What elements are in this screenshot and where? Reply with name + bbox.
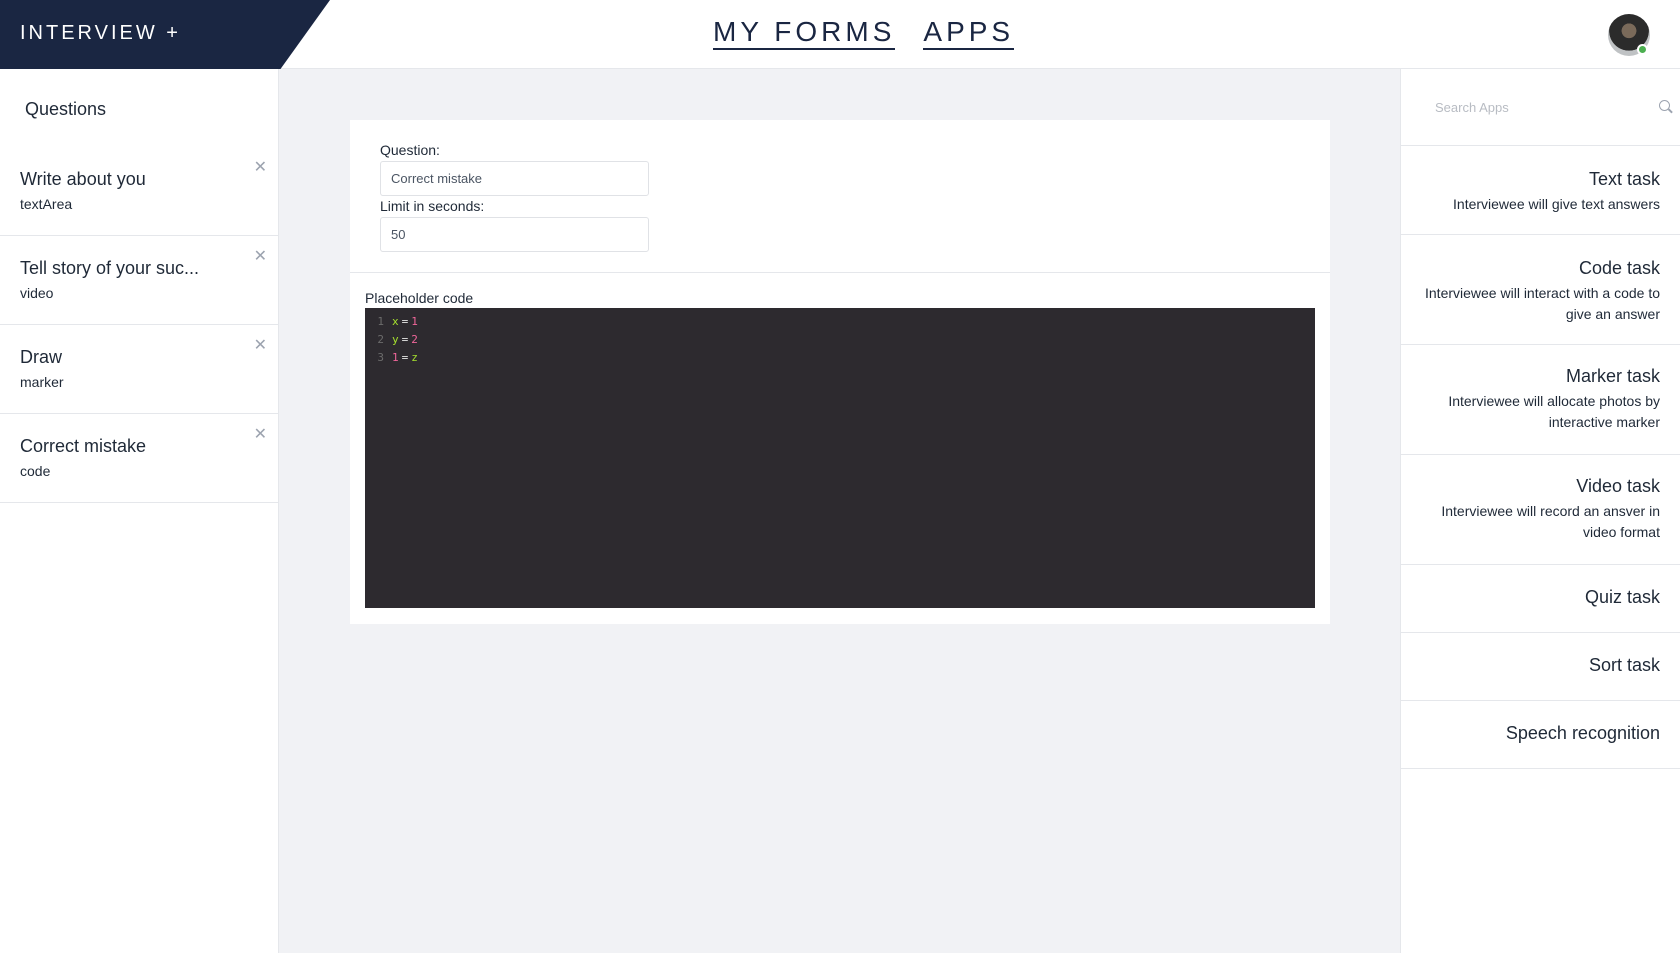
line-number: 1	[377, 314, 384, 328]
code-line: 1 x = 1	[365, 312, 1315, 330]
question-settings: Question: Limit in seconds:	[350, 120, 1330, 273]
limit-label: Limit in seconds:	[380, 198, 485, 214]
question-item-title: Tell story of your suc...	[20, 258, 200, 278]
code-token: 1	[392, 350, 399, 364]
app-item-title: Sort task	[1588, 655, 1660, 675]
question-input[interactable]	[380, 161, 649, 196]
nav-my-forms[interactable]: MY FORMS	[713, 16, 896, 50]
code-editor[interactable]: 1 x = 1 2 y = 2 3 1 = z	[365, 308, 1315, 608]
questions-title: Questions	[25, 99, 107, 119]
close-icon[interactable]: ✕	[254, 424, 267, 444]
code-token: y	[392, 332, 399, 346]
app-item-description: Interviewee will record an ansver in vid…	[1441, 503, 1660, 540]
question-list: Write about you textArea ✕ Tell story of…	[0, 147, 279, 503]
limit-seconds-input[interactable]	[380, 217, 649, 252]
line-number: 2	[377, 332, 384, 346]
code-line: 3 1 = z	[365, 348, 1315, 366]
code-line: 2 y = 2	[365, 330, 1315, 348]
app-item-title: Speech recognition	[1505, 723, 1660, 743]
app-item-title: Code task	[1578, 258, 1660, 278]
question-item-type: code	[20, 463, 51, 479]
app-item-text-task[interactable]: Text task Interviewee will give text ans…	[1401, 146, 1680, 235]
question-item-title: Correct mistake	[20, 436, 147, 456]
code-token: z	[411, 350, 418, 364]
question-item[interactable]: Tell story of your suc... video ✕	[0, 236, 279, 325]
online-status-icon	[1637, 44, 1648, 55]
close-icon[interactable]: ✕	[254, 246, 267, 266]
app-item-code-task[interactable]: Code task Interviewee will interact with…	[1401, 235, 1680, 345]
question-item[interactable]: Write about you textArea ✕	[0, 147, 279, 236]
app-item-title: Marker task	[1565, 366, 1660, 386]
app-item-sort-task[interactable]: Sort task	[1401, 633, 1680, 701]
question-item-title: Write about you	[20, 169, 146, 189]
code-token: =	[401, 332, 409, 346]
app-item-speech-recognition[interactable]: Speech recognition	[1401, 701, 1680, 769]
app-item-title: Text task	[1588, 169, 1660, 189]
code-token: =	[401, 350, 409, 364]
apps-sidebar: Text task Interviewee will give text ans…	[1400, 69, 1680, 953]
close-icon[interactable]: ✕	[254, 157, 267, 177]
app-item-description: Interviewee will give text answers	[1453, 196, 1660, 212]
app-list: Text task Interviewee will give text ans…	[1401, 146, 1680, 769]
search-icon[interactable]	[1659, 100, 1670, 111]
brand-logo[interactable]: INTERVIEW +	[20, 22, 181, 45]
app-item-video-task[interactable]: Video task Interviewee will record an an…	[1401, 455, 1680, 565]
code-token: x	[392, 314, 399, 328]
question-label: Question:	[380, 142, 440, 158]
app-item-marker-task[interactable]: Marker task Interviewee will allocate ph…	[1401, 345, 1680, 455]
question-item[interactable]: Draw marker ✕	[0, 325, 279, 414]
app-item-quiz-task[interactable]: Quiz task	[1401, 565, 1680, 633]
code-token: 2	[411, 332, 418, 346]
question-item-type: video	[20, 285, 54, 301]
line-number: 3	[377, 350, 384, 364]
close-icon[interactable]: ✕	[254, 335, 267, 355]
app-item-description: Interviewee will interact with a code to…	[1425, 285, 1660, 322]
question-item-type: marker	[20, 374, 64, 390]
code-token: 1	[411, 314, 418, 328]
app-search	[1401, 69, 1680, 146]
app-item-title: Quiz task	[1584, 587, 1660, 607]
question-editor-card: Question: Limit in seconds: Placeholder …	[350, 120, 1330, 624]
placeholder-code-label: Placeholder code	[365, 290, 474, 306]
question-item-type: textArea	[20, 196, 73, 212]
app-item-title: Video task	[1576, 476, 1660, 496]
question-item[interactable]: Correct mistake code ✕	[0, 414, 279, 503]
questions-sidebar: Questions Write about you textArea ✕ Tel…	[0, 69, 279, 953]
nav-apps[interactable]: APPS	[923, 16, 1015, 50]
app-item-description: Interviewee will allocate photos by inte…	[1448, 393, 1660, 430]
search-input[interactable]	[1435, 95, 1635, 119]
main-nav: MY FORMS APPS	[713, 16, 1015, 50]
question-item-title: Draw	[20, 347, 63, 367]
code-token: =	[401, 314, 409, 328]
top-header: INTERVIEW + MY FORMS APPS	[0, 0, 1680, 69]
